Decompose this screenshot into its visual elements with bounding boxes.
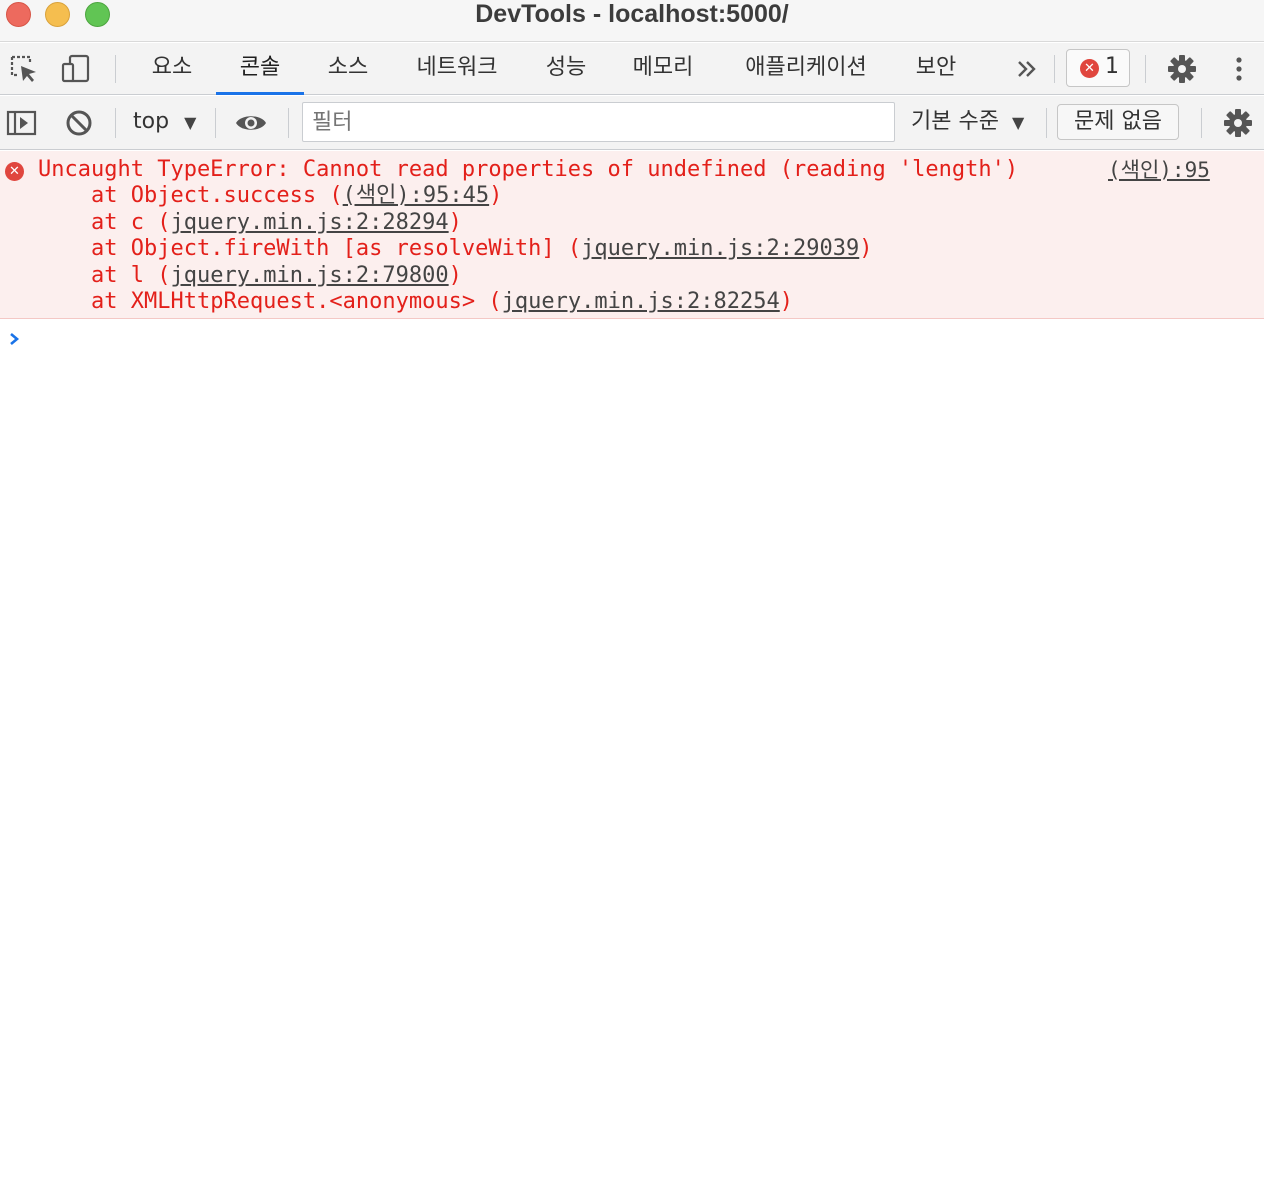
tab-memory[interactable]: 메모리 — [614, 43, 712, 95]
log-level-selector[interactable]: 기본 수준 ▼ — [911, 106, 1024, 138]
active-tab-indicator — [216, 92, 304, 95]
log-level-value: 기본 수준 — [911, 109, 999, 134]
console-settings-gear-icon[interactable] — [1222, 107, 1254, 139]
toolbar-divider — [115, 55, 116, 83]
stack-frame-text: at Object.success ( — [91, 183, 343, 208]
clear-console-icon[interactable] — [63, 107, 95, 139]
error-icon: ✕ — [1080, 59, 1099, 78]
context-selector[interactable]: top ▼ — [133, 106, 196, 138]
stack-frame-link[interactable]: (색인):95:45 — [343, 183, 489, 208]
stack-frame-link[interactable]: jquery.min.js:2:28294 — [170, 210, 448, 235]
stack-frame-suffix: ) — [448, 210, 462, 235]
error-source-link[interactable]: (색인):95 — [1108, 157, 1210, 183]
window-title: DevTools - localhost:5000/ — [475, 0, 789, 28]
error-icon: ✕ — [5, 162, 24, 181]
stack-frame-suffix: ) — [448, 263, 462, 288]
sidebar-toggle-icon[interactable] — [6, 107, 38, 139]
eye-icon[interactable] — [235, 107, 267, 139]
dropdown-arrow-icon: ▼ — [184, 113, 197, 132]
toolbar-divider — [1201, 108, 1202, 138]
toolbar-divider — [1145, 55, 1146, 83]
stack-frame-text: at XMLHttpRequest.<anonymous> ( — [91, 289, 502, 314]
dropdown-arrow-icon: ▼ — [1011, 113, 1025, 132]
stack-frame: at l (jquery.min.js:2:79800) — [91, 263, 462, 289]
tab-network[interactable]: 네트워크 — [396, 43, 518, 95]
inspect-element-icon[interactable] — [8, 53, 40, 85]
toolbar-divider — [288, 108, 289, 138]
issues-button[interactable]: 문제 없음 — [1057, 104, 1179, 140]
stack-frame: at XMLHttpRequest.<anonymous> (jquery.mi… — [91, 289, 793, 315]
stack-frame-text: at Object.fireWith [as resolveWith] ( — [91, 236, 582, 261]
tab-sources[interactable]: 소스 — [312, 43, 384, 95]
filter-input[interactable] — [302, 102, 895, 142]
devtools-tabbar: 요소 콘솔 소스 네트워크 성능 메모리 애플리케이션 보안 ✕ 1 — [0, 43, 1264, 95]
stack-frame-text: at l ( — [91, 263, 171, 288]
stack-frame-suffix: ) — [859, 236, 873, 261]
toolbar-divider — [115, 108, 116, 138]
error-message-text[interactable]: Uncaught TypeError: Cannot read properti… — [38, 157, 1018, 183]
stack-frame-suffix: ) — [779, 289, 794, 314]
tab-security[interactable]: 보안 — [900, 43, 972, 95]
kebab-menu-icon[interactable] — [1223, 53, 1255, 85]
error-count-badge[interactable]: ✕ 1 — [1066, 49, 1130, 87]
window-titlebar: DevTools - localhost:5000/ — [0, 0, 1264, 42]
double-chevron-right-icon[interactable] — [1011, 53, 1043, 85]
stack-frame: at Object.fireWith [as resolveWith] (jqu… — [91, 236, 872, 262]
tab-console[interactable]: 콘솔 — [216, 43, 304, 95]
stack-frame-text: at c ( — [91, 210, 171, 235]
stack-frame: at c (jquery.min.js:2:28294) — [91, 210, 462, 236]
toolbar-divider — [1046, 108, 1047, 138]
device-toolbar-icon[interactable] — [60, 53, 92, 85]
gear-icon[interactable] — [1166, 53, 1198, 85]
toolbar-divider — [215, 108, 216, 138]
context-value: top — [133, 109, 170, 134]
console-prompt-chevron-icon[interactable] — [6, 326, 26, 352]
stack-frame-suffix: ) — [489, 183, 503, 208]
stack-frame-link[interactable]: jquery.min.js:2:82254 — [502, 289, 780, 314]
stack-frame-link[interactable]: jquery.min.js:2:79800 — [170, 263, 448, 288]
stack-frame: at Object.success ((색인):95:45) — [91, 183, 502, 209]
error-count: 1 — [1105, 54, 1119, 79]
console-toolbar: top ▼ 기본 수준 ▼ 문제 없음 — [0, 96, 1264, 150]
stack-frame-link[interactable]: jquery.min.js:2:29039 — [581, 236, 859, 261]
tab-performance[interactable]: 성능 — [530, 43, 602, 95]
console-error-message: ✕ Uncaught TypeError: Cannot read proper… — [0, 151, 1264, 319]
toolbar-divider — [1054, 55, 1055, 83]
tab-application[interactable]: 애플리케이션 — [724, 43, 888, 95]
tab-elements[interactable]: 요소 — [136, 43, 208, 95]
